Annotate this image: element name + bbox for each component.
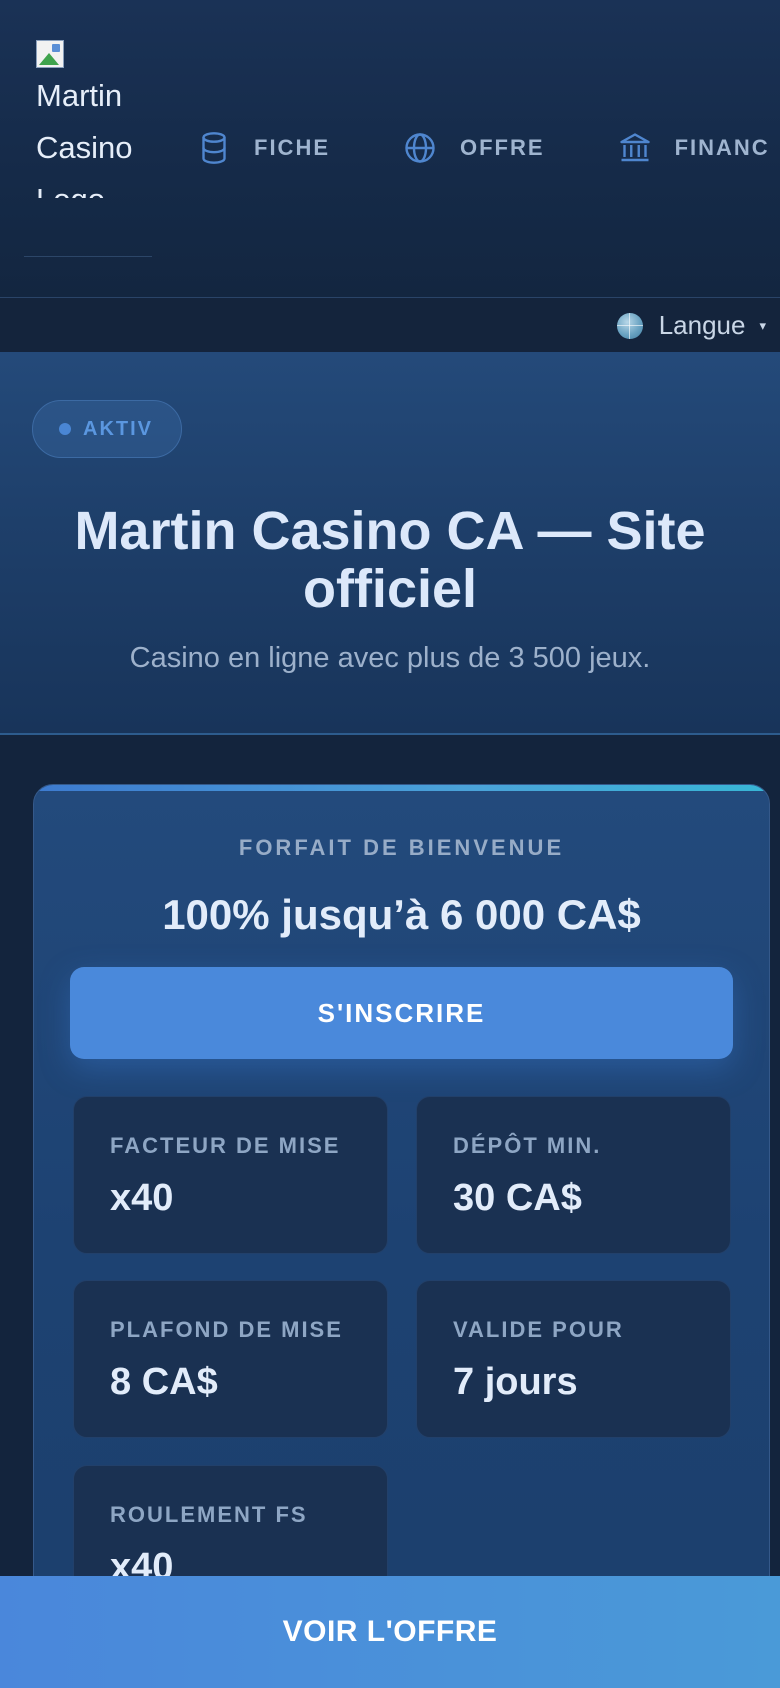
stat-label: DÉPÔT MIN. <box>453 1133 602 1158</box>
status-badge: AKTIV <box>32 400 182 458</box>
stat-value: 8 CA$ <box>110 1361 218 1403</box>
language-selector[interactable]: Langue ▾ <box>616 310 766 341</box>
stat-value: x40 <box>110 1177 174 1219</box>
stat-max-bet: PLAFOND DE MISE 8 CA$ <box>73 1280 388 1438</box>
page-title: Martin Casino CA — Site officiel <box>74 501 706 619</box>
card-accent-line <box>34 785 769 791</box>
hero-section: AKTIV Martin Casino CA — Site officiel C… <box>0 352 780 735</box>
divider <box>24 256 152 257</box>
bank-icon <box>619 133 650 162</box>
globe-icon <box>405 133 435 163</box>
stat-min-deposit: DÉPÔT MIN. 30 CA$ <box>416 1096 731 1254</box>
offer-headline: 100% jusqu’à 6 000 CA$ <box>162 891 641 938</box>
logo-alt-text: Martin Casino Logo <box>36 78 133 198</box>
main-nav: FICHE OFFRE FINANC <box>196 126 780 170</box>
stat-wagering: FACTEUR DE MISE x40 <box>73 1096 388 1254</box>
signup-button-label: S'INSCRIRE <box>317 997 486 1028</box>
nav-item-offre[interactable]: OFFRE <box>402 130 545 166</box>
nav-item-fiche[interactable]: FICHE <box>196 130 330 166</box>
language-label: Langue <box>658 310 746 340</box>
site-header: Martin Casino Logo FICHE OFFRE <box>0 0 780 298</box>
stat-label: VALIDE POUR <box>453 1317 624 1342</box>
stat-label: ROULEMENT FS <box>110 1502 308 1527</box>
nav-item-finance[interactable]: FINANC <box>617 130 770 166</box>
status-dot-icon <box>59 423 71 435</box>
nav-label: FINANC <box>674 135 770 160</box>
stat-value: 7 jours <box>453 1361 578 1403</box>
view-offer-button[interactable]: VOIR L'OFFRE <box>0 1576 780 1688</box>
nav-label: FICHE <box>254 135 330 160</box>
globe-icon <box>616 312 643 339</box>
stat-validity: VALIDE POUR 7 jours <box>416 1280 731 1438</box>
view-offer-label: VOIR L'OFFRE <box>282 1615 498 1648</box>
nav-label: OFFRE <box>460 135 545 160</box>
stat-label: FACTEUR DE MISE <box>110 1133 341 1158</box>
welcome-offer-card: FORFAIT DE BIENVENUE 100% jusqu’à 6 000 … <box>33 784 770 1688</box>
signup-button[interactable]: S'INSCRIRE <box>70 967 733 1059</box>
chevron-down-icon: ▾ <box>759 317 766 333</box>
broken-image-icon <box>36 40 66 70</box>
site-logo[interactable]: Martin Casino Logo <box>36 40 146 198</box>
database-icon <box>202 132 226 164</box>
stat-label: PLAFOND DE MISE <box>110 1317 343 1342</box>
page-subtitle: Casino en ligne avec plus de 3 500 jeux. <box>129 642 651 674</box>
language-bar: Langue ▾ <box>0 298 780 352</box>
stat-value: 30 CA$ <box>453 1177 582 1219</box>
status-badge-label: AKTIV <box>83 417 153 440</box>
offer-kicker: FORFAIT DE BIENVENUE <box>238 835 565 860</box>
